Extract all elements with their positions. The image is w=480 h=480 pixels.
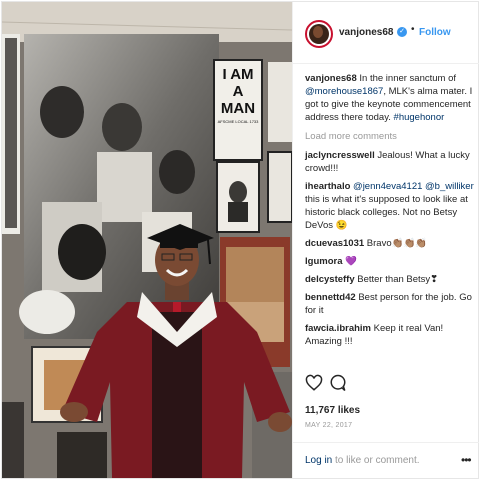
post-sidebar: vanjones68 ✓ • Follow vanjones68 In the … bbox=[292, 2, 479, 478]
comment-item: jaclyncresswell Jealous! What a lucky cr… bbox=[305, 149, 475, 175]
comment-username[interactable]: ihearthalo bbox=[305, 181, 350, 192]
comment-username[interactable]: fawcia.ibrahim bbox=[305, 323, 371, 334]
poster-line: A bbox=[232, 83, 244, 100]
comment-item: bennettd42 Best person for the job. Go f… bbox=[305, 291, 475, 317]
comment-username[interactable]: dcuevas1031 bbox=[305, 238, 364, 249]
comment-text: Bravo👏🏽👏🏽👏🏽 bbox=[364, 238, 428, 249]
action-bar bbox=[305, 374, 465, 398]
poster-line: MAN bbox=[220, 100, 256, 117]
comment-text: 💜 bbox=[342, 256, 357, 267]
comment-text: Better than Betsy❣ bbox=[354, 274, 439, 285]
likes-count[interactable]: 11,767 likes bbox=[305, 405, 360, 416]
comment-username[interactable]: jaclyncresswell bbox=[305, 150, 375, 161]
separator-dot: • bbox=[411, 24, 415, 35]
more-options-icon[interactable]: ••• bbox=[461, 453, 472, 467]
avatar[interactable] bbox=[305, 20, 333, 48]
comment-mention[interactable]: @b_williker bbox=[425, 181, 474, 192]
login-prompt: Log in to like or comment. bbox=[305, 455, 420, 466]
load-more-comments-button[interactable]: Load more comments bbox=[305, 130, 475, 143]
caption: vanjones68 In the inner sanctum of @more… bbox=[305, 72, 475, 124]
post-header: vanjones68 ✓ • Follow bbox=[293, 2, 479, 64]
follow-button[interactable]: Follow bbox=[419, 27, 451, 38]
avatar-face bbox=[313, 26, 323, 38]
heart-icon[interactable] bbox=[305, 374, 325, 394]
post-photo[interactable]: I AM A MAN AFSCME LOCAL 1733 bbox=[2, 2, 292, 478]
comments-list: vanjones68 In the inner sanctum of @more… bbox=[305, 72, 475, 353]
username-link[interactable]: vanjones68 bbox=[339, 27, 393, 38]
comment-mention[interactable]: @jenn4eva4121 bbox=[353, 181, 422, 192]
comment-item: ihearthalo @jenn4eva4121 @b_williker thi… bbox=[305, 180, 475, 232]
comment-text: this is what it's supposed to look like … bbox=[305, 194, 468, 231]
post-date[interactable]: MAY 22, 2017 bbox=[305, 422, 352, 429]
caption-mention[interactable]: @morehouse1867 bbox=[305, 86, 383, 97]
login-text: to like or comment. bbox=[332, 455, 420, 466]
comment-icon[interactable] bbox=[329, 374, 349, 394]
comment-username[interactable]: delcysteffy bbox=[305, 274, 355, 285]
caption-username[interactable]: vanjones68 bbox=[305, 73, 357, 84]
poster: I AM A MAN AFSCME LOCAL 1733 bbox=[215, 66, 261, 125]
poster-small-text: AFSCME LOCAL 1733 bbox=[217, 119, 259, 124]
post-card: I AM A MAN AFSCME LOCAL 1733 vanjones68 … bbox=[1, 1, 479, 479]
comment-username[interactable]: bennettd42 bbox=[305, 292, 356, 303]
caption-text: In the inner sanctum of bbox=[356, 73, 457, 84]
post-footer: Log in to like or comment. ••• bbox=[293, 442, 479, 478]
verified-badge-icon: ✓ bbox=[397, 27, 407, 37]
comment-username[interactable]: lgumora bbox=[305, 256, 342, 267]
comment-item: delcysteffy Better than Betsy❣ bbox=[305, 273, 475, 286]
login-link[interactable]: Log in bbox=[305, 455, 332, 466]
caption-hashtag[interactable]: #hugehonor bbox=[394, 112, 445, 123]
comment-item: fawcia.ibrahim Keep it real Van! Amazing… bbox=[305, 322, 475, 348]
comment-item: dcuevas1031 Bravo👏🏽👏🏽👏🏽 bbox=[305, 237, 475, 250]
poster-line: I AM bbox=[222, 66, 254, 83]
comment-item: lgumora 💜 bbox=[305, 255, 475, 268]
